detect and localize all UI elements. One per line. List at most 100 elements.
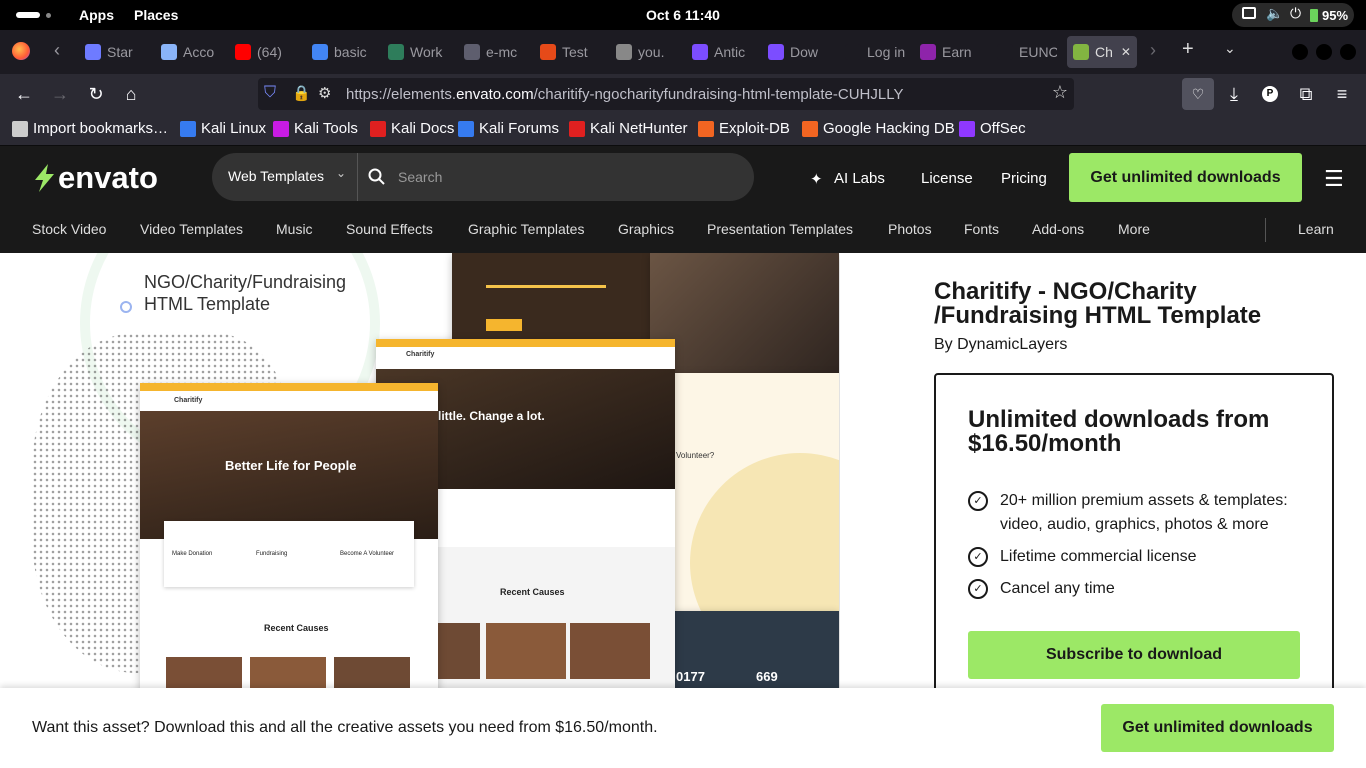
nav-learn[interactable]: Learn: [1298, 221, 1334, 237]
item-preview-image[interactable]: NGO/Charity/Fundraising HTML Template Vo…: [0, 253, 840, 688]
app-menu-icon[interactable]: ≡: [1330, 82, 1354, 106]
mock-topbar: [140, 383, 438, 391]
category-nav-item[interactable]: Add-ons: [1032, 221, 1084, 237]
nav-license[interactable]: License: [921, 170, 973, 187]
browser-tab[interactable]: Acco: [161, 36, 219, 68]
workspace-dot[interactable]: [46, 13, 51, 18]
new-tab-icon[interactable]: +: [1182, 38, 1194, 61]
category-nav-item[interactable]: Sound Effects: [346, 221, 433, 237]
list-all-tabs-icon[interactable]: ⌄: [1224, 40, 1236, 57]
browser-tab[interactable]: Antic: [692, 36, 750, 68]
minimize-window-button[interactable]: [1292, 44, 1308, 60]
category-nav-item[interactable]: Music: [276, 221, 313, 237]
mock-cause-thumb: [166, 657, 242, 688]
close-window-button[interactable]: [1340, 44, 1356, 60]
home-icon[interactable]: ⌂: [119, 82, 143, 106]
extensions-icon[interactable]: ⧉: [1294, 82, 1318, 106]
bookmark-item[interactable]: Exploit-DB: [698, 120, 790, 137]
bookmark-item[interactable]: OffSec: [959, 120, 1026, 137]
mock-cause-thumb: [438, 623, 480, 679]
tab-label: Earn: [942, 44, 972, 60]
bookmark-item[interactable]: Kali Docs: [370, 120, 454, 137]
check-icon: ✓: [968, 491, 988, 511]
url-text[interactable]: https://elements.envato.com/charitify-ng…: [346, 86, 903, 103]
close-tab-icon[interactable]: ✕: [1121, 45, 1131, 59]
product-author[interactable]: By DynamicLayers: [934, 336, 1067, 354]
forward-icon[interactable]: →: [48, 82, 72, 106]
category-nav-item[interactable]: Presentation Templates: [707, 221, 853, 237]
browser-tab[interactable]: EUNCCI: [997, 36, 1057, 68]
envato-logo[interactable]: envato: [32, 160, 158, 196]
browser-tab[interactable]: Test: [540, 36, 596, 68]
category-nav-item[interactable]: More: [1118, 221, 1150, 237]
category-nav-item[interactable]: Video Templates: [140, 221, 243, 237]
apps-menu[interactable]: Apps: [79, 7, 114, 23]
bookmark-item[interactable]: Kali NetHunter: [569, 120, 688, 137]
bookmark-icon: [802, 120, 818, 137]
places-menu[interactable]: Places: [134, 7, 178, 23]
workspace-indicator[interactable]: [16, 12, 40, 18]
firefox-menu-icon[interactable]: [12, 42, 30, 60]
mock-progress-bar: [486, 285, 606, 288]
bookmark-label: Kali NetHunter: [590, 120, 688, 137]
back-icon[interactable]: ←: [12, 82, 36, 106]
permissions-icon[interactable]: ⚙: [318, 84, 331, 102]
scroll-tabs-left-icon[interactable]: ‹: [54, 40, 60, 61]
tab-label: basic: [334, 44, 367, 60]
check-icon: ✓: [968, 547, 988, 567]
browser-tab[interactable]: Dow: [768, 36, 826, 68]
search-bar[interactable]: Web Templates ⌄ Search: [212, 153, 754, 201]
reload-icon[interactable]: ↻: [84, 82, 108, 106]
browser-tab[interactable]: Work: [388, 36, 446, 68]
bookmark-item[interactable]: Kali Forums: [458, 120, 559, 137]
browser-tab[interactable]: Ch ✕: [1067, 36, 1137, 68]
category-nav-item[interactable]: Fonts: [964, 221, 999, 237]
nav-ai-labs[interactable]: AI Labs: [834, 170, 885, 187]
bookmark-item[interactable]: Kali Tools: [273, 120, 358, 137]
browser-tab[interactable]: Log in | I: [845, 36, 905, 68]
get-unlimited-downloads-button[interactable]: Get unlimited downloads: [1069, 153, 1302, 202]
bookmark-icon: [12, 120, 28, 137]
tab-label: Star: [107, 44, 133, 60]
hamburger-menu-icon[interactable]: ☰: [1324, 166, 1344, 192]
browser-tab[interactable]: e-mc: [464, 36, 520, 68]
feature-item: ✓ Cancel any time: [968, 577, 1115, 601]
bookmark-item[interactable]: Import bookmarks…: [12, 120, 168, 137]
lock-icon[interactable]: 🔒: [292, 84, 311, 102]
url-bar[interactable]: ⛉ 🔒 ⚙ https://elements.envato.com/charit…: [258, 78, 1074, 110]
scroll-tabs-right-icon[interactable]: ›: [1150, 40, 1156, 61]
nav-pricing[interactable]: Pricing: [1001, 170, 1047, 187]
bookmark-label: Kali Tools: [294, 120, 358, 137]
subscribe-button[interactable]: Subscribe to download: [968, 631, 1300, 679]
chevron-down-icon[interactable]: ⌄: [336, 166, 346, 180]
bookmark-item[interactable]: Kali Linux: [180, 120, 266, 137]
preview-heading: NGO/Charity/Fundraising HTML Template: [144, 272, 347, 314]
bookmark-item[interactable]: Google Hacking DB: [802, 120, 955, 137]
category-nav-item[interactable]: Graphics: [618, 221, 674, 237]
search-input[interactable]: Search: [398, 169, 442, 185]
tab-label: Test: [562, 44, 588, 60]
bookmark-star-icon[interactable]: ☆: [1052, 82, 1068, 103]
category-nav-item[interactable]: Photos: [888, 221, 932, 237]
category-nav-item[interactable]: Graphic Templates: [468, 221, 584, 237]
browser-tab[interactable]: (64): [235, 36, 290, 68]
downloads-icon[interactable]: ⤓: [1222, 82, 1246, 106]
bookmark-icon: [959, 120, 975, 137]
tab-label: (64): [257, 44, 282, 60]
browser-tab[interactable]: basic: [312, 36, 370, 68]
category-nav-item[interactable]: Stock Video: [32, 221, 106, 237]
tracking-shield-icon[interactable]: ⛉: [264, 84, 276, 102]
pocket-icon[interactable]: ♡: [1182, 78, 1214, 110]
profile-avatar-icon[interactable]: P: [1262, 86, 1278, 102]
tab-favicon-icon: [845, 44, 861, 60]
browser-tab[interactable]: Earn: [920, 36, 978, 68]
system-tray[interactable]: 🔈 ⏻ 95%: [1232, 3, 1354, 27]
clock[interactable]: Oct 6 11:40: [646, 7, 720, 23]
mock-recent-causes: Recent Causes: [264, 623, 329, 633]
product-title: Charitify - NGO/Charity /Fundraising HTM…: [934, 278, 1262, 329]
browser-tab[interactable]: Star: [85, 36, 145, 68]
banner-get-unlimited-button[interactable]: Get unlimited downloads: [1101, 704, 1334, 752]
maximize-window-button[interactable]: [1316, 44, 1332, 60]
browser-tab[interactable]: you.: [616, 36, 674, 68]
category-select[interactable]: Web Templates: [228, 168, 324, 184]
